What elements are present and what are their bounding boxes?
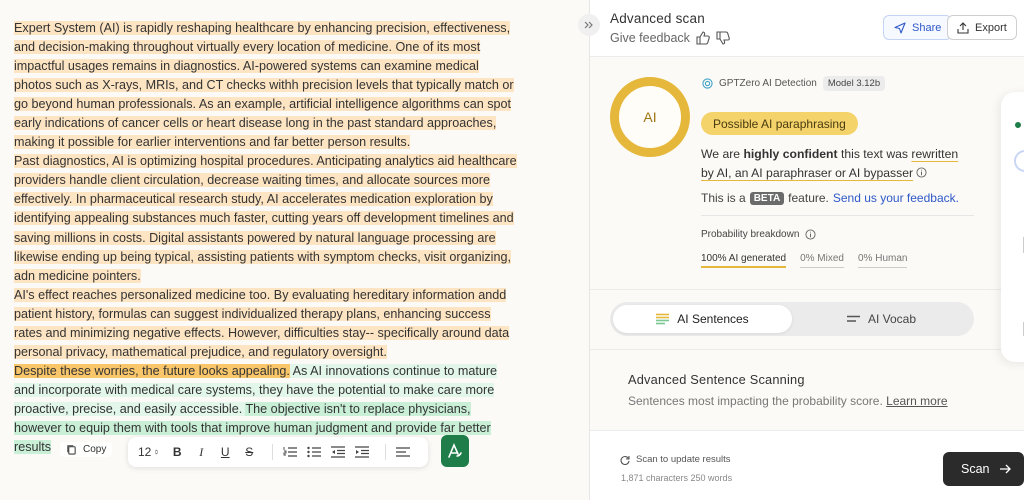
export-button[interactable]: Export xyxy=(947,15,1017,40)
tab-label: AI Sentences xyxy=(677,312,749,326)
section-divider xyxy=(701,215,974,216)
confidence-bold: highly confident xyxy=(743,147,838,161)
export-label: Export xyxy=(975,21,1007,34)
feedback-label: Give feedback xyxy=(610,31,690,45)
beta-prefix: This is a xyxy=(701,191,746,205)
toolbar-divider xyxy=(272,444,274,460)
ordered-list-icon[interactable] xyxy=(281,441,299,463)
highlighted-sentence[interactable]: Despite these worries, the future looks … xyxy=(14,363,290,378)
text-editor[interactable]: Expert System (AI) is rapidly reshaping … xyxy=(0,0,589,500)
font-size-select[interactable]: 12 xyxy=(138,441,159,463)
document-body[interactable]: Expert System (AI) is rapidly reshaping … xyxy=(14,19,519,457)
collapse-panel-button[interactable] xyxy=(578,14,600,36)
probability-label: Probability breakdown xyxy=(701,229,800,240)
highlighted-sentence[interactable]: AI's effect reaches personalized medicin… xyxy=(14,287,510,359)
probability-values: 100% AI generated 0% Mixed 0% Human xyxy=(701,253,908,268)
tabs-section: AI Sentences AI Vocab xyxy=(590,290,1024,350)
gptzero-button[interactable] xyxy=(441,435,469,467)
beta-line: This is a BETA feature. Send us your fee… xyxy=(701,191,959,205)
ai-score-ring: AI xyxy=(610,77,690,157)
thumbs-up-icon[interactable] xyxy=(696,31,710,45)
ring-label: AI xyxy=(643,109,657,125)
gptzero-logo-icon xyxy=(448,442,462,458)
update-hint: Scan to update results xyxy=(620,454,731,465)
bullet-list-icon[interactable] xyxy=(305,441,323,463)
scan-label: Scan xyxy=(961,462,990,476)
sentences-icon xyxy=(656,313,670,325)
export-icon xyxy=(957,21,969,34)
confidence-middle: this text was xyxy=(837,147,912,161)
document-paragraph[interactable]: Expert System (AI) is rapidly reshaping … xyxy=(14,19,519,152)
highlighted-sentence[interactable]: Expert System (AI) is rapidly reshaping … xyxy=(14,21,514,150)
italic-icon[interactable]: I xyxy=(192,441,210,463)
scan-button[interactable]: Scan xyxy=(943,452,1024,486)
panel-header: Advanced scan Give feedback Share Export xyxy=(590,0,1024,57)
toolbar-divider xyxy=(385,444,387,460)
font-size-value: 12 xyxy=(138,445,152,459)
character-word-count: 1,871 characters 250 words xyxy=(621,473,733,483)
scan-footer: Scan to update results 1,871 characters … xyxy=(590,430,1024,500)
copy-icon xyxy=(67,445,76,455)
update-label: Scan to update results xyxy=(636,454,731,465)
scanning-description: Sentences most impacting the probability… xyxy=(628,394,883,408)
bold-icon[interactable]: B xyxy=(168,441,186,463)
refresh-icon xyxy=(620,455,630,465)
detector-row: GPTZero AI Detection Model 3.12b xyxy=(702,76,886,91)
learn-more-link[interactable]: Learn more xyxy=(886,394,947,408)
tab-ai-sentences[interactable]: AI Sentences xyxy=(613,305,792,333)
outdent-icon[interactable] xyxy=(329,441,347,463)
info-icon[interactable] xyxy=(916,166,927,178)
highlighted-sentence[interactable]: Past diagnostics, AI is optimizing hospi… xyxy=(14,154,517,283)
side-widget[interactable] xyxy=(1001,92,1024,362)
detector-name: GPTZero AI Detection xyxy=(719,78,817,89)
strikethrough-icon[interactable]: S xyxy=(240,441,258,463)
confidence-text: We are highly confident this text was re… xyxy=(701,145,971,182)
share-button[interactable]: Share xyxy=(883,15,953,40)
share-label: Share xyxy=(912,21,942,34)
gptzero-spiral-icon xyxy=(702,78,713,89)
results-panel: Advanced scan Give feedback Share Export… xyxy=(590,0,1024,500)
panel-title: Advanced scan xyxy=(610,11,705,26)
detection-result: AI GPTZero AI Detection Model 3.12b Poss… xyxy=(590,57,1024,290)
underline-icon[interactable]: U xyxy=(216,441,234,463)
document-paragraph[interactable]: Past diagnostics, AI is optimizing hospi… xyxy=(14,152,519,285)
prob-mixed: 0% Mixed xyxy=(800,253,844,268)
align-icon[interactable] xyxy=(394,441,412,463)
info-icon[interactable] xyxy=(805,229,816,240)
send-icon xyxy=(894,21,906,34)
prob-ai: 100% AI generated xyxy=(701,253,787,268)
advanced-scanning-section: Advanced Sentence Scanning Sentences mos… xyxy=(590,350,1024,430)
feedback-link[interactable]: Send us your feedback. xyxy=(833,191,959,205)
vocab-icon xyxy=(846,315,860,322)
tab-ai-vocab[interactable]: AI Vocab xyxy=(792,305,971,333)
tab-label: AI Vocab xyxy=(867,312,917,326)
format-toolbar: 12 B I U S xyxy=(128,437,428,467)
beta-suffix: feature. xyxy=(788,191,829,205)
scanning-subtitle: Sentences most impacting the probability… xyxy=(628,394,948,408)
model-badge: Model 3.12b xyxy=(822,76,886,91)
beta-badge: BETA xyxy=(749,191,785,205)
thumbs-down-icon[interactable] xyxy=(716,31,730,45)
confidence-prefix: We are xyxy=(701,147,744,161)
copy-button[interactable]: Copy xyxy=(60,442,113,457)
scanning-title: Advanced Sentence Scanning xyxy=(628,372,805,387)
stepper-icon xyxy=(155,449,159,455)
copy-label: Copy xyxy=(83,444,107,455)
verdict-badge: Possible AI paraphrasing xyxy=(701,112,858,135)
probability-label-row: Probability breakdown xyxy=(701,229,816,240)
double-chevron-right-icon xyxy=(584,21,593,29)
status-dot xyxy=(1015,122,1021,128)
document-paragraph[interactable]: AI's effect reaches personalized medicin… xyxy=(14,286,519,362)
arrow-right-icon xyxy=(999,464,1011,474)
side-ring-icon xyxy=(1014,150,1024,172)
indent-icon[interactable] xyxy=(353,441,371,463)
feedback-row: Give feedback xyxy=(610,31,730,45)
result-tabs: AI Sentences AI Vocab xyxy=(610,302,974,336)
prob-human: 0% Human xyxy=(857,253,908,268)
